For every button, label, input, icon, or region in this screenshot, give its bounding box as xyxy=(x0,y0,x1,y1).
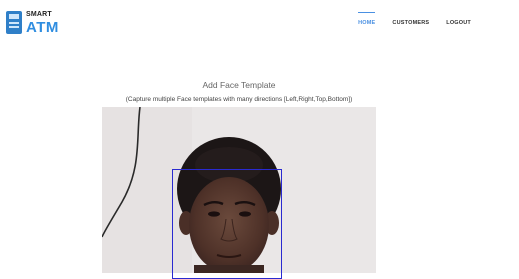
page-subtitle: (Capture multiple Face templates with ma… xyxy=(125,96,353,103)
face-detection-box xyxy=(172,169,282,279)
atm-logo-icon xyxy=(6,11,22,34)
logo-text-small: SMART xyxy=(26,11,52,18)
page-title: Add Face Template xyxy=(202,80,276,90)
top-nav: HOME CUSTOMERS LOGOUT xyxy=(341,12,471,26)
nav-item-home[interactable]: HOME xyxy=(358,12,376,26)
app-logo[interactable]: SMART ATM xyxy=(6,10,66,38)
nav-item-logout[interactable]: LOGOUT xyxy=(446,12,471,26)
logo-text-big: ATM xyxy=(26,19,59,36)
nav-item-customers[interactable]: CUSTOMERS xyxy=(392,12,429,26)
